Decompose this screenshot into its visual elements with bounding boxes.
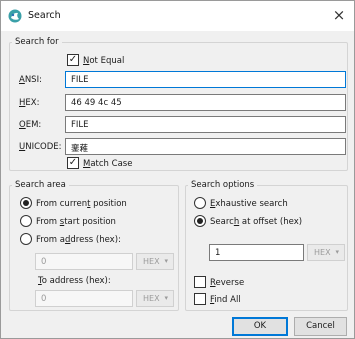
chevron-down-icon: ▾ — [164, 294, 168, 302]
ansi-label: ANSI: — [19, 75, 42, 85]
exhaustive-search-label[interactable]: Exhaustive search — [210, 199, 288, 209]
from-current-label[interactable]: From current position — [36, 199, 127, 209]
oem-input[interactable]: FILE — [65, 116, 346, 133]
hex-label: HEX: — [19, 98, 40, 108]
cancel-button[interactable]: Cancel — [294, 317, 347, 336]
close-icon: × — [332, 6, 346, 24]
close-button[interactable]: × — [324, 1, 354, 31]
offset-base-value: HEX — [314, 248, 331, 257]
reverse-checkbox[interactable] — [194, 276, 206, 288]
not-equal-checkbox[interactable]: ✓ — [67, 54, 79, 66]
ansi-input[interactable]: FILE — [65, 71, 346, 88]
search-at-offset-label[interactable]: Search at offset (hex) — [210, 217, 302, 227]
offset-input[interactable]: 1 — [209, 244, 304, 261]
title-bar[interactable]: Search × — [1, 1, 354, 31]
exhaustive-search-radio[interactable] — [194, 197, 206, 209]
find-all-checkbox[interactable] — [194, 293, 206, 305]
oem-label: OEM: — [19, 120, 42, 130]
search-dialog: Search × Search for ✓ Not Equal ANSI: FI… — [0, 0, 355, 339]
app-search-icon — [8, 9, 22, 23]
offset-base-select[interactable]: HEX ▾ — [307, 244, 345, 261]
find-all-label[interactable]: Find All — [210, 295, 241, 305]
search-at-offset-radio[interactable] — [194, 215, 206, 227]
from-start-radio[interactable] — [20, 215, 32, 227]
match-case-label[interactable]: Match Case — [83, 159, 132, 169]
to-address-input[interactable]: 0 — [35, 290, 133, 307]
from-current-radio[interactable] — [20, 197, 32, 209]
unicode-input[interactable]: 䥆䕌 — [65, 138, 346, 155]
window-title: Search — [28, 10, 61, 21]
from-address-label[interactable]: From address (hex): — [36, 235, 121, 245]
chevron-down-icon: ▾ — [164, 257, 168, 265]
unicode-label: UNICODE: — [19, 142, 62, 152]
to-address-base-value: HEX — [143, 294, 160, 303]
from-start-label[interactable]: From start position — [36, 217, 116, 227]
from-address-base-value: HEX — [143, 257, 160, 266]
from-address-radio[interactable] — [20, 233, 32, 245]
reverse-label[interactable]: Reverse — [210, 278, 244, 288]
chevron-down-icon: ▾ — [335, 248, 339, 256]
search-area-legend: Search area — [15, 180, 66, 190]
hex-input[interactable]: 46 49 4c 45 — [65, 94, 346, 111]
match-case-checkbox[interactable]: ✓ — [67, 157, 79, 169]
to-address-label: To address (hex): — [38, 276, 111, 286]
from-address-base-select[interactable]: HEX ▾ — [136, 253, 174, 270]
not-equal-label[interactable]: Not Equal — [83, 56, 124, 66]
from-address-input[interactable]: 0 — [35, 253, 133, 270]
search-options-legend: Search options — [191, 180, 255, 190]
search-for-legend: Search for — [15, 37, 59, 47]
ok-button[interactable]: OK — [232, 317, 288, 336]
to-address-base-select[interactable]: HEX ▾ — [136, 290, 174, 307]
